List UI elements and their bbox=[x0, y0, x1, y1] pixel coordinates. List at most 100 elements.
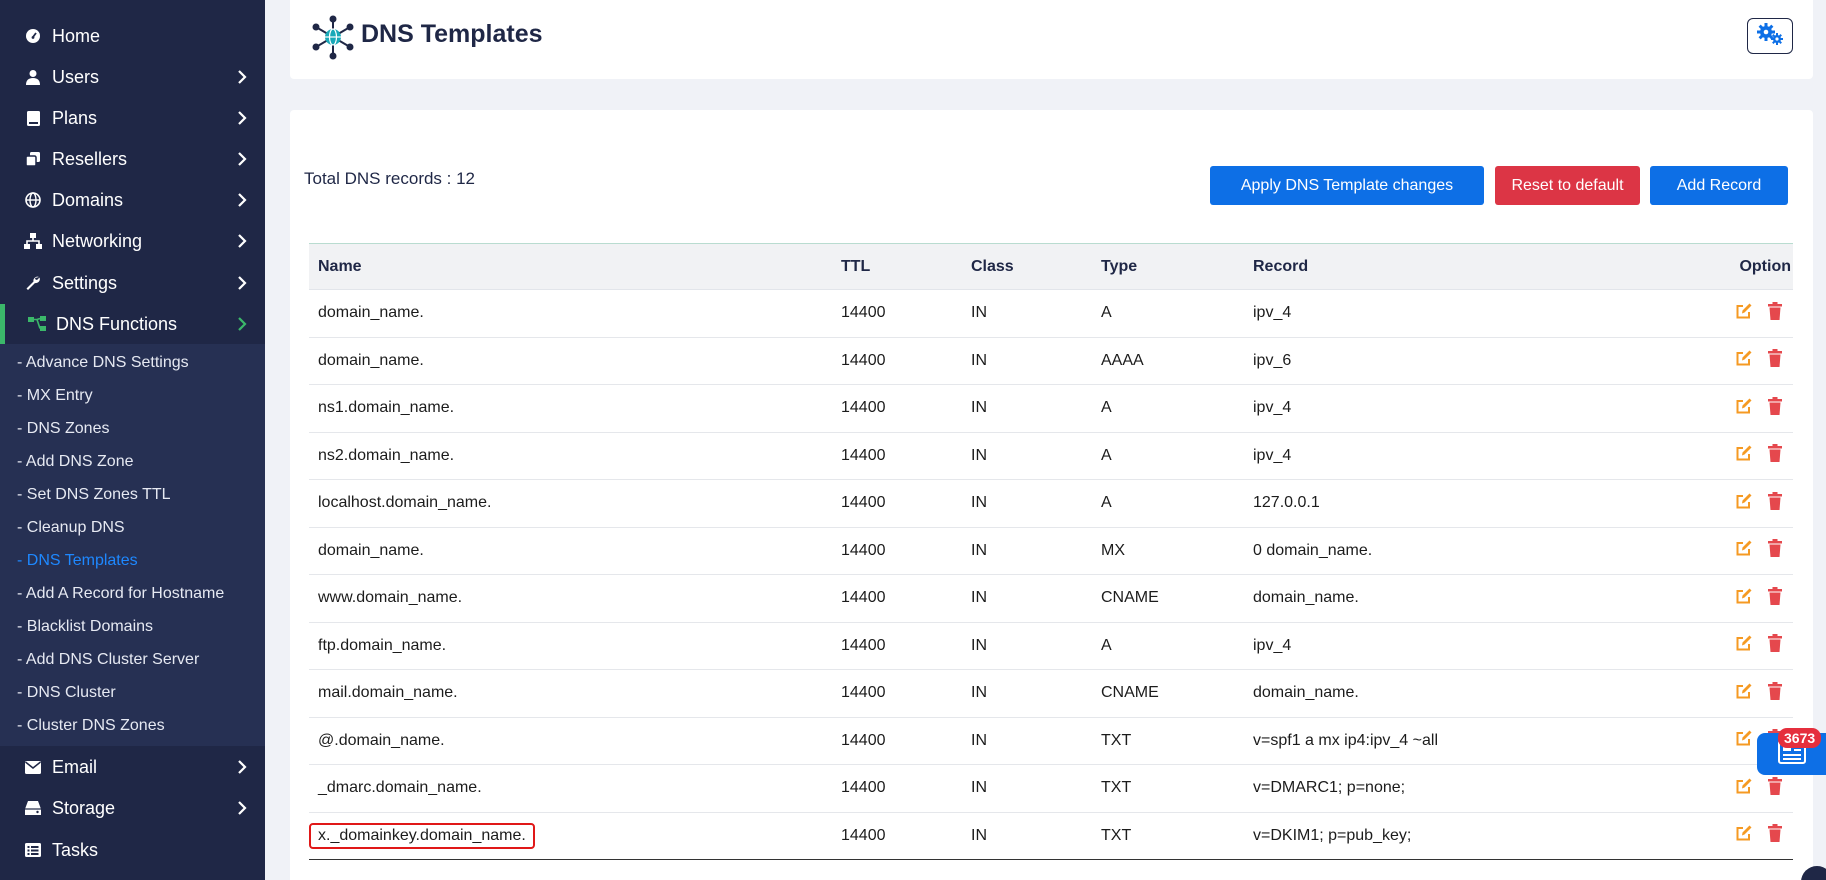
cell-ttl: 14400 bbox=[832, 812, 962, 860]
chevron-right-icon bbox=[237, 69, 247, 90]
chevron-right-icon bbox=[237, 151, 247, 172]
cell-name: domain_name. bbox=[309, 337, 832, 385]
trash-icon[interactable] bbox=[1767, 634, 1783, 657]
cell-type: TXT bbox=[1092, 812, 1244, 860]
cell-type: A bbox=[1092, 622, 1244, 670]
trash-icon[interactable] bbox=[1767, 776, 1783, 800]
nav-storage[interactable]: Storage bbox=[0, 788, 265, 828]
submenu-advance-dns-settings[interactable]: - Advance DNS Settings bbox=[17, 354, 189, 372]
record-name: @.domain_name. bbox=[318, 731, 445, 749]
cell-class: IN bbox=[962, 479, 1092, 528]
nav-home[interactable]: Home bbox=[0, 16, 265, 56]
cell-type: CNAME bbox=[1092, 574, 1244, 623]
dns-records-card: Total DNS records : 12 Apply DNS Templat… bbox=[290, 110, 1813, 880]
cell-type: TXT bbox=[1092, 764, 1244, 813]
submenu-add-a-record-hostname[interactable]: - Add A Record for Hostname bbox=[17, 585, 224, 603]
nav-resellers[interactable]: Resellers bbox=[0, 139, 265, 179]
submenu-dns-templates[interactable]: - DNS Templates bbox=[17, 552, 138, 570]
cell-ttl: 14400 bbox=[832, 717, 962, 765]
cell-class: IN bbox=[962, 717, 1092, 765]
cell-name: www.domain_name. bbox=[309, 574, 832, 623]
cell-class: IN bbox=[962, 812, 1092, 860]
trash-icon[interactable] bbox=[1767, 681, 1783, 705]
edit-icon[interactable] bbox=[1735, 777, 1753, 800]
chevron-right-icon bbox=[237, 110, 247, 131]
nav-plans[interactable]: Plans bbox=[0, 98, 265, 138]
dns-records-table: Name TTL Class Type Record Option domain… bbox=[309, 243, 1793, 860]
settings-button[interactable] bbox=[1747, 18, 1793, 54]
table-row: localhost.domain_name. 14400 IN A 127.0.0.1 bbox=[309, 479, 1793, 528]
trash-icon[interactable] bbox=[1767, 491, 1783, 515]
record-name: mail.domain_name. bbox=[318, 684, 458, 702]
trash-icon[interactable] bbox=[1767, 586, 1783, 610]
edit-icon[interactable] bbox=[1735, 302, 1753, 325]
column-header-ttl: TTL bbox=[841, 257, 871, 275]
cell-name: ns1.domain_name. bbox=[309, 384, 832, 433]
nav-settings[interactable]: Settings bbox=[0, 263, 265, 303]
edit-icon[interactable] bbox=[1735, 492, 1753, 515]
notification-badge: 3673 bbox=[1778, 728, 1822, 748]
submenu-set-dns-zones-ttl[interactable]: - Set DNS Zones TTL bbox=[17, 486, 171, 504]
cell-type: A bbox=[1092, 384, 1244, 433]
submenu-dns-cluster[interactable]: - DNS Cluster bbox=[17, 684, 116, 702]
apply-dns-template-button[interactable]: Apply DNS Template changes bbox=[1210, 166, 1484, 205]
edit-icon[interactable] bbox=[1735, 682, 1753, 705]
nav-dns-functions[interactable]: DNS Functions bbox=[0, 304, 265, 344]
nav-users[interactable]: Users bbox=[0, 57, 265, 97]
submenu-blacklist-domains[interactable]: - Blacklist Domains bbox=[17, 618, 153, 636]
edit-icon[interactable] bbox=[1735, 824, 1753, 847]
edit-icon[interactable] bbox=[1735, 729, 1753, 752]
cell-options bbox=[1694, 622, 1793, 670]
cell-record: v=DKIM1; p=pub_key; bbox=[1244, 812, 1694, 860]
record-name: ns1.domain_name. bbox=[318, 399, 455, 417]
edit-icon[interactable] bbox=[1735, 539, 1753, 562]
submenu-cluster-dns-zones[interactable]: - Cluster DNS Zones bbox=[17, 717, 165, 735]
edit-icon[interactable] bbox=[1735, 349, 1753, 372]
cell-ttl: 14400 bbox=[832, 574, 962, 623]
trash-icon[interactable] bbox=[1767, 539, 1783, 562]
book-icon bbox=[24, 109, 42, 127]
submenu-add-dns-cluster-server[interactable]: - Add DNS Cluster Server bbox=[17, 651, 199, 669]
edit-icon[interactable] bbox=[1735, 444, 1753, 467]
cell-ttl: 14400 bbox=[832, 527, 962, 575]
edit-icon[interactable] bbox=[1735, 634, 1753, 657]
cell-record: v=spf1 a mx ip4:ipv_4 ~all bbox=[1244, 717, 1694, 765]
submenu-add-dns-zone[interactable]: - Add DNS Zone bbox=[17, 453, 134, 471]
trash-icon[interactable] bbox=[1767, 301, 1783, 325]
cell-record: ipv_4 bbox=[1244, 622, 1694, 670]
cell-name: mail.domain_name. bbox=[309, 669, 832, 718]
edit-icon[interactable] bbox=[1735, 397, 1753, 420]
total-records: Total DNS records : 12 bbox=[304, 169, 476, 188]
submenu-mx-entry[interactable]: - MX Entry bbox=[17, 387, 93, 405]
record-name: www.domain_name. bbox=[318, 589, 463, 607]
cell-ttl: 14400 bbox=[832, 764, 962, 813]
table-row: ns1.domain_name. 14400 IN Aipv_4 bbox=[309, 384, 1793, 433]
nav-networking[interactable]: Networking bbox=[0, 221, 265, 261]
record-name: _dmarc.domain_name. bbox=[318, 779, 482, 797]
record-name: domain_name. bbox=[318, 304, 424, 322]
globe-icon bbox=[24, 191, 42, 209]
cell-name: @.domain_name. bbox=[309, 717, 832, 765]
trash-icon[interactable] bbox=[1767, 444, 1783, 467]
nav-settings-label: Settings bbox=[52, 272, 118, 293]
submenu-cleanup-dns[interactable]: - Cleanup DNS bbox=[17, 519, 125, 537]
trash-icon[interactable] bbox=[1767, 396, 1783, 420]
cell-ttl: 14400 bbox=[832, 479, 962, 528]
nav-email[interactable]: Email bbox=[0, 747, 265, 787]
edit-icon[interactable] bbox=[1735, 587, 1753, 610]
cell-name: domain_name. bbox=[309, 527, 832, 575]
submenu-dns-zones[interactable]: - DNS Zones bbox=[17, 420, 109, 438]
nav-tasks[interactable]: Tasks bbox=[0, 830, 265, 870]
table-header-row: Name TTL Class Type Record Option bbox=[309, 243, 1793, 290]
nav-storage-label: Storage bbox=[52, 797, 116, 818]
trash-icon[interactable] bbox=[1767, 349, 1783, 372]
cell-name: ftp.domain_name. bbox=[309, 622, 832, 670]
reset-to-default-button[interactable]: Reset to default bbox=[1495, 166, 1640, 205]
trash-icon[interactable] bbox=[1767, 824, 1783, 847]
cell-name: localhost.domain_name. bbox=[309, 479, 832, 528]
nav-domains[interactable]: Domains bbox=[0, 180, 265, 220]
table-row: domain_name. 14400 IN AAAA ipv_6 bbox=[309, 337, 1793, 385]
copy-icon bbox=[24, 150, 42, 168]
add-record-button[interactable]: Add Record bbox=[1650, 166, 1788, 205]
cell-options bbox=[1694, 479, 1793, 528]
